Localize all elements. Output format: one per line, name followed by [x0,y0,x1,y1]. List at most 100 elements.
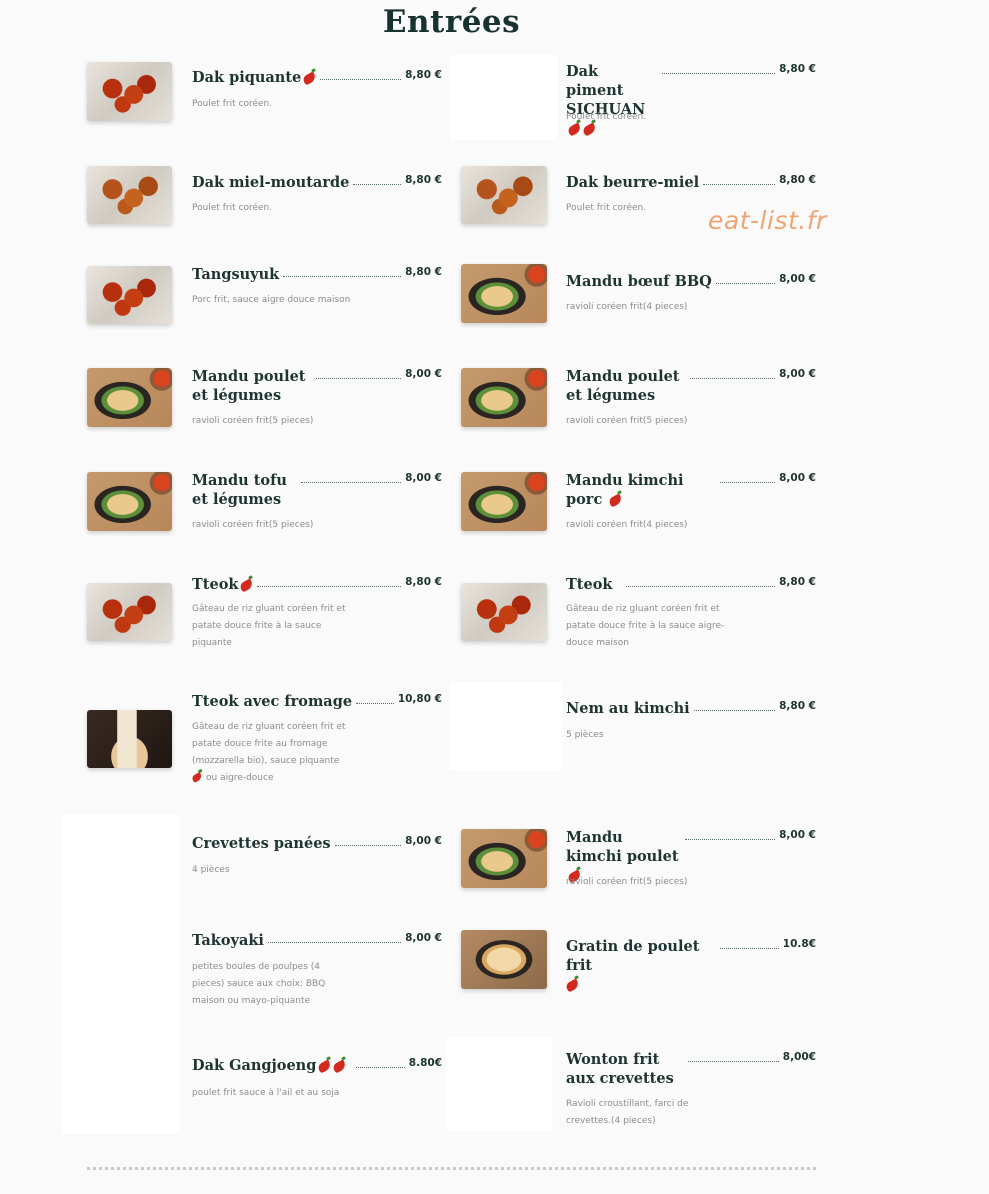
chili-icon [239,577,255,593]
page-title: Entrées [382,4,521,40]
item-price: 8,00 € [405,932,442,944]
item-name: Tteok [192,575,255,594]
item-description: 5 pièces [566,730,604,740]
dish-photo-placeholder [62,815,180,1133]
item-price: 8,00 € [779,273,816,285]
dish-photo-placeholder [450,55,557,140]
leader-dots [693,699,776,711]
leader-dots [356,692,394,704]
dish-photo [87,710,172,768]
leader-dots [334,834,402,846]
chili-icon [301,70,318,86]
item-price: 8,80 € [779,63,816,75]
item-description: Poulet frit coréen. [192,203,273,213]
dish-photo [87,266,172,324]
item-name: Tteok [566,576,613,593]
watermark: eat-list.fr [708,206,827,235]
dish-photo [87,472,172,531]
item-price: 8,80 € [779,576,816,588]
leader-dots [267,931,402,943]
dish-photo [461,829,547,888]
leader-dots [685,828,776,840]
item-price: 8,00 € [405,368,442,380]
dish-photo [461,264,547,323]
dish-photo-placeholder [446,1038,552,1130]
dish-photo [87,62,172,121]
item-name: Crevettes panées [192,835,331,852]
dish-photo [461,930,547,989]
item-name: Takoyaki [192,932,264,949]
dish-photo [461,472,547,531]
item-price: 8,00 € [779,368,816,380]
item-description: 4 pièces [192,865,230,875]
item-price: 10,80 € [397,693,442,705]
leader-dots [688,1050,779,1062]
dish-photo [87,583,172,641]
item-description: Gâteau de riz gluant coréen frit et pata… [192,604,346,648]
item-name: Dak beurre-miel [566,174,700,191]
section-divider [87,1167,816,1170]
chili-icon [564,977,581,993]
item-description: petites boules de poulpes (4 pieces) sau… [192,962,326,1006]
item-name: Dak Gangjoeng [192,1056,348,1075]
leader-dots [720,937,779,949]
chili-icon [190,771,204,784]
item-name: Mandu bœuf BBQ [566,273,712,290]
leader-dots [626,575,776,587]
item-description: Porc frit, sauce aigre douce maison [192,295,351,305]
leader-dots [690,367,776,379]
item-name: Nem au kimchi [566,700,690,717]
leader-dots [283,265,402,277]
item-price: 8,80 € [405,69,442,81]
dish-photo [461,583,547,641]
item-description: ravioli coréen frit(5 pieces) [566,416,688,426]
item-description: ravioli coréen frit(4 pieces) [566,520,688,530]
item-description: Poulet frit coréen. [192,99,273,109]
item-description: Ravioli croustillant, farci de crevettes… [566,1099,689,1126]
dish-photo [461,368,547,427]
dish-photo [461,166,547,224]
dish-photo-placeholder [450,683,562,770]
item-description: ravioli coréen frit(5 pieces) [192,416,314,426]
dish-photo [87,368,172,427]
leader-dots [320,68,402,80]
dish-photo [87,166,172,224]
item-name: Tangsuyuk [192,266,280,283]
item-name: Mandu poulet et légumes [566,368,680,404]
leader-dots [720,471,776,483]
item-description: ravioli coréen frit(5 pieces) [192,520,314,530]
item-description: Poulet frit coréen. [566,203,647,213]
chili-icon [607,492,624,508]
item-price: 8,00€ [782,1051,816,1063]
item-price: 8,80 € [405,576,442,588]
item-name: Dak piment SICHUAN [566,62,658,138]
leader-dots [703,173,776,185]
leader-dots [662,62,776,74]
item-price: 8,00 € [405,835,442,847]
item-description: poulet frit sauce à l'ail et au soja [192,1088,340,1098]
item-price: 10.8€ [782,938,816,950]
item-name: Mandu kimchi porc [566,472,684,508]
item-description: Gâteau de riz gluant coréen frit et pata… [566,604,725,648]
item-description: Gâteau de riz gluant coréen frit et pata… [190,722,346,784]
item-price: 8,80 € [779,700,816,712]
leader-dots [356,1056,405,1068]
item-name: Tteok avec fromage [192,693,353,710]
item-description: Poulet frit coréen. [566,112,647,122]
item-description: ravioli coréen frit(4 pieces) [566,302,688,312]
item-name: Gratin de poulet frit [564,937,716,994]
item-price: 8,80 € [779,174,816,186]
item-price: 8,80 € [405,266,442,278]
item-name: Mandu tofu et légumes [192,472,287,508]
leader-dots [316,367,402,379]
item-name: Wonton frit aux crevettes [566,1051,674,1087]
chili-icon [331,1058,348,1074]
leader-dots [715,272,776,284]
chili-icon [316,1058,333,1074]
item-price: 8,00 € [405,472,442,484]
item-price: 8.80€ [408,1057,442,1069]
leader-dots [257,575,402,587]
item-price: 8,00 € [779,472,816,484]
item-price: 8,00 € [779,829,816,841]
item-name: Dak miel-moutarde [192,174,350,191]
